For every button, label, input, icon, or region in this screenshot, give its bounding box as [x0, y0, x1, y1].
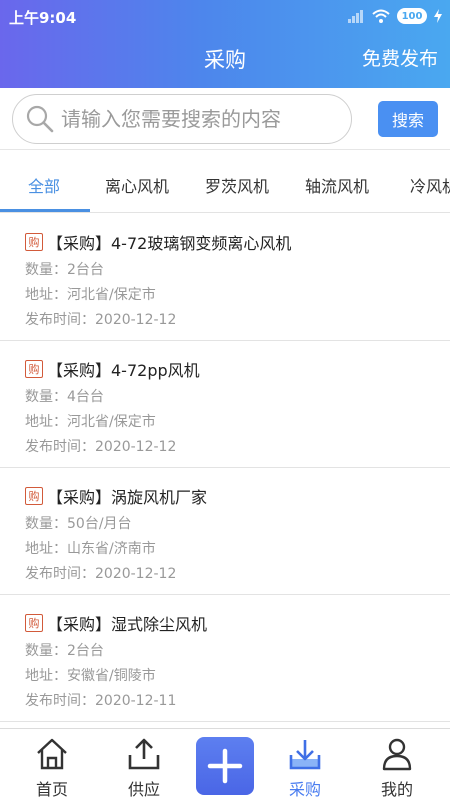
nav-label-supply: 供应 — [127, 780, 160, 799]
app-header: 上午9:04 100 采购 免费发布 — [0, 0, 450, 88]
buy-tag-icon: 购 — [25, 487, 43, 505]
category-tabs: 全部 离心风机 罗茨风机 轴流风机 冷风机 — [0, 151, 450, 213]
nav-supply[interactable]: 供应 — [99, 729, 189, 800]
list-item[interactable]: 购 【采购】涡旋风机厂家 数量：50台/月台 地址：山东省/济南市 发布时间：2… — [0, 468, 450, 595]
nav-label-home: 首页 — [35, 780, 68, 799]
search-box[interactable] — [12, 94, 352, 144]
nav-purchase[interactable]: 采购 — [260, 729, 350, 800]
item-quantity: 数量：2台台 — [25, 643, 104, 659]
charging-icon — [434, 9, 442, 23]
nav-label-mine: 我的 — [380, 780, 413, 799]
list-item[interactable]: 购 【采购】4-72pp风机 数量：4台台 地址：河北省/保定市 发布时间：20… — [0, 341, 450, 468]
nav-label-purchase: 采购 — [288, 780, 321, 799]
item-quantity: 数量：2台台 — [25, 262, 104, 278]
status-time: 上午9:04 — [9, 9, 77, 27]
nav-mine[interactable]: 我的 — [352, 729, 442, 800]
item-address: 地址：山东省/济南市 — [25, 541, 156, 557]
home-icon — [37, 738, 67, 770]
nav-home[interactable]: 首页 — [7, 729, 97, 800]
search-bar: 搜索 — [0, 88, 450, 150]
item-address: 地址：河北省/保定市 — [25, 287, 156, 303]
status-icons: 100 — [347, 7, 442, 25]
tab-all[interactable]: 全部 — [28, 173, 60, 197]
list-item[interactable]: 购 【采购】4-72玻璃钢变频离心风机 数量：2台台 地址：河北省/保定市 发布… — [0, 214, 450, 341]
search-icon — [26, 105, 54, 133]
item-address: 地址：河北省/保定市 — [25, 414, 156, 430]
purchase-list: 购 【采购】4-72玻璃钢变频离心风机 数量：2台台 地址：河北省/保定市 发布… — [0, 214, 450, 728]
search-input[interactable] — [61, 107, 331, 131]
free-publish-button[interactable]: 免费发布 — [362, 44, 438, 71]
tab-centrifugal-fan[interactable]: 离心风机 — [105, 173, 169, 197]
item-title: 【采购】4-72玻璃钢变频离心风机 — [47, 234, 292, 253]
download-tray-icon — [289, 740, 321, 770]
wifi-icon — [372, 9, 390, 23]
item-date: 发布时间：2020-12-12 — [25, 312, 177, 328]
item-date: 发布时间：2020-12-11 — [25, 693, 177, 709]
plus-icon — [207, 748, 243, 784]
tab-air-cooler[interactable]: 冷风机 — [410, 173, 450, 197]
buy-tag-icon: 购 — [25, 233, 43, 251]
item-date: 发布时间：2020-12-12 — [25, 566, 177, 582]
item-title: 【采购】湿式除尘风机 — [47, 615, 208, 634]
publish-plus-button[interactable] — [196, 737, 254, 795]
item-title: 【采购】4-72pp风机 — [47, 361, 200, 380]
battery-indicator: 100 — [397, 8, 427, 24]
item-address: 地址：安徽省/铜陵市 — [25, 668, 156, 684]
buy-tag-icon: 购 — [25, 614, 43, 632]
list-item[interactable]: 购 【采购】湿式除尘风机 数量：2台台 地址：安徽省/铜陵市 发布时间：2020… — [0, 595, 450, 722]
item-date: 发布时间：2020-12-12 — [25, 439, 177, 455]
item-title: 【采购】涡旋风机厂家 — [47, 488, 208, 507]
tab-roots-blower[interactable]: 罗茨风机 — [205, 173, 269, 197]
bottom-nav: 首页 供应 采购 我的 — [0, 728, 450, 800]
user-icon — [382, 738, 412, 771]
upload-icon — [128, 738, 160, 770]
status-bar: 上午9:04 100 — [0, 0, 450, 32]
tab-axial-fan[interactable]: 轴流风机 — [305, 173, 369, 197]
search-button[interactable]: 搜索 — [378, 101, 438, 137]
item-quantity: 数量：50台/月台 — [25, 516, 132, 532]
item-quantity: 数量：4台台 — [25, 389, 104, 405]
buy-tag-icon: 购 — [25, 360, 43, 378]
active-tab-indicator — [0, 209, 90, 212]
signal-icon — [348, 10, 363, 23]
